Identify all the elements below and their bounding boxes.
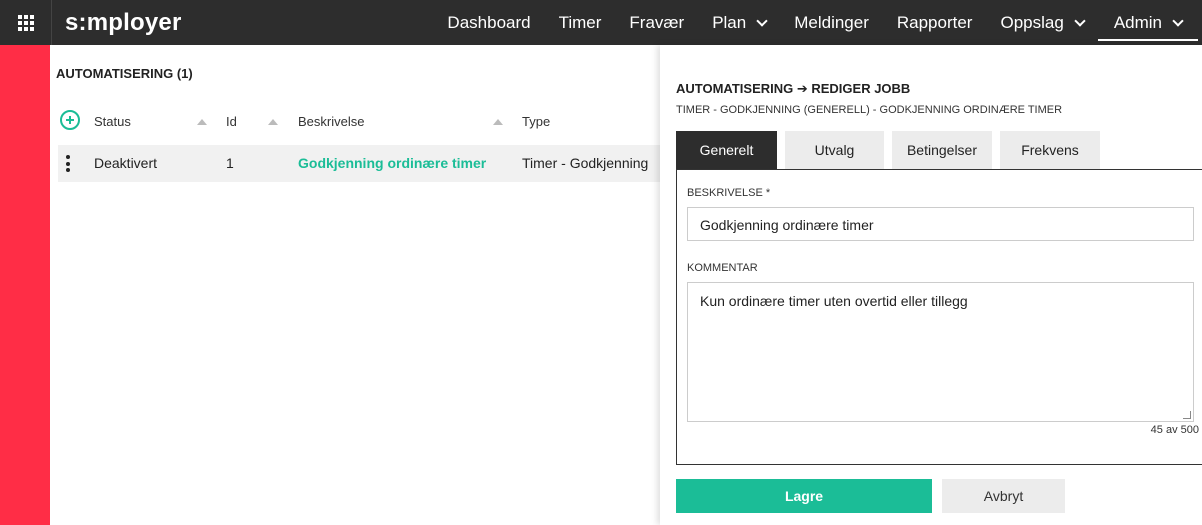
side-accent-bar: [0, 45, 50, 525]
character-counter: 45 av 500: [1150, 424, 1199, 436]
description-input[interactable]: Godkjenning ordinære timer: [687, 207, 1194, 241]
row-description-link[interactable]: Godkjenning ordinære timer: [298, 155, 486, 171]
panel-subtitle: TIMER - GODKJENNING (GENERELL) - GODKJEN…: [676, 104, 1063, 116]
tab-generelt[interactable]: Generelt: [676, 131, 777, 169]
nav-label: Timer: [558, 12, 602, 32]
tab-frekvens[interactable]: Frekvens: [1000, 131, 1100, 169]
tab-utvalg[interactable]: Utvalg: [785, 131, 884, 169]
comment-text: Kun ordinære timer uten overtid eller ti…: [700, 293, 968, 309]
table-header: Status Id Beskrivelse Type: [58, 107, 660, 137]
column-header-beskrivelse[interactable]: Beskrivelse: [298, 114, 364, 129]
panel-title: AUTOMATISERING ➔ REDIGER JOBB: [676, 81, 911, 96]
chevron-down-icon: [756, 14, 768, 27]
nav-label: Meldinger: [794, 12, 869, 32]
tab-betingelser[interactable]: Betingelser: [892, 131, 992, 169]
nav-item-fravaer[interactable]: Fravær: [615, 0, 698, 45]
nav-label: Admin: [1113, 12, 1162, 32]
chevron-down-icon: [1074, 14, 1086, 27]
main-nav: Dashboard Timer Fravær Plan Meldinger Ra…: [433, 0, 1202, 45]
save-button[interactable]: Lagre: [676, 479, 932, 513]
table-row[interactable]: Deaktivert 1 Godkjenning ordinære timer …: [58, 145, 660, 182]
column-header-status[interactable]: Status: [94, 114, 131, 129]
sort-asc-icon[interactable]: [493, 119, 503, 125]
grid-icon: [17, 14, 34, 31]
nav-label: Fravær: [629, 12, 685, 32]
simployer-logo[interactable]: s:mployer: [65, 9, 182, 37]
nav-label: Plan: [712, 12, 747, 32]
chevron-down-icon: [1172, 14, 1184, 27]
more-options-icon[interactable]: [66, 155, 70, 172]
tab-bar: Generelt Utvalg Betingelser Frekvens: [676, 131, 1108, 169]
row-id: 1: [226, 155, 234, 171]
nav-label: Oppslag: [1000, 12, 1064, 32]
description-label: BESKRIVELSE *: [687, 187, 771, 199]
edit-job-panel: AUTOMATISERING ➔ REDIGER JOBB TIMER - GO…: [660, 45, 1202, 525]
sort-asc-icon[interactable]: [197, 119, 207, 125]
sort-asc-icon[interactable]: [268, 119, 278, 125]
column-header-id[interactable]: Id: [226, 114, 237, 129]
nav-label: Dashboard: [447, 12, 531, 32]
comment-label: KOMMENTAR: [687, 262, 758, 274]
nav-item-plan[interactable]: Plan: [698, 0, 780, 45]
cancel-button[interactable]: Avbryt: [942, 479, 1065, 513]
page-title: AUTOMATISERING (1): [56, 66, 193, 81]
comment-textarea[interactable]: Kun ordinære timer uten overtid eller ti…: [687, 282, 1194, 422]
nav-item-meldinger[interactable]: Meldinger: [780, 0, 883, 45]
nav-item-oppslag[interactable]: Oppslag: [986, 0, 1097, 45]
nav-item-rapporter[interactable]: Rapporter: [883, 0, 987, 45]
app-launcher-button[interactable]: [0, 0, 52, 45]
automation-list: AUTOMATISERING (1) Status Id Beskrivelse…: [50, 45, 660, 525]
row-type: Timer - Godkjenning: [522, 155, 649, 171]
nav-item-timer[interactable]: Timer: [545, 0, 616, 45]
nav-label: Rapporter: [896, 12, 973, 32]
add-icon[interactable]: [60, 110, 80, 130]
column-header-type[interactable]: Type: [522, 114, 550, 129]
general-form: BESKRIVELSE * Godkjenning ordinære timer…: [676, 169, 1202, 465]
top-navigation-bar: s:mployer Dashboard Timer Fravær Plan Me…: [0, 0, 1202, 45]
nav-item-admin[interactable]: Admin: [1097, 7, 1198, 41]
row-status: Deaktivert: [94, 155, 158, 171]
nav-item-dashboard[interactable]: Dashboard: [433, 0, 544, 45]
resize-handle-icon[interactable]: [1183, 411, 1191, 419]
